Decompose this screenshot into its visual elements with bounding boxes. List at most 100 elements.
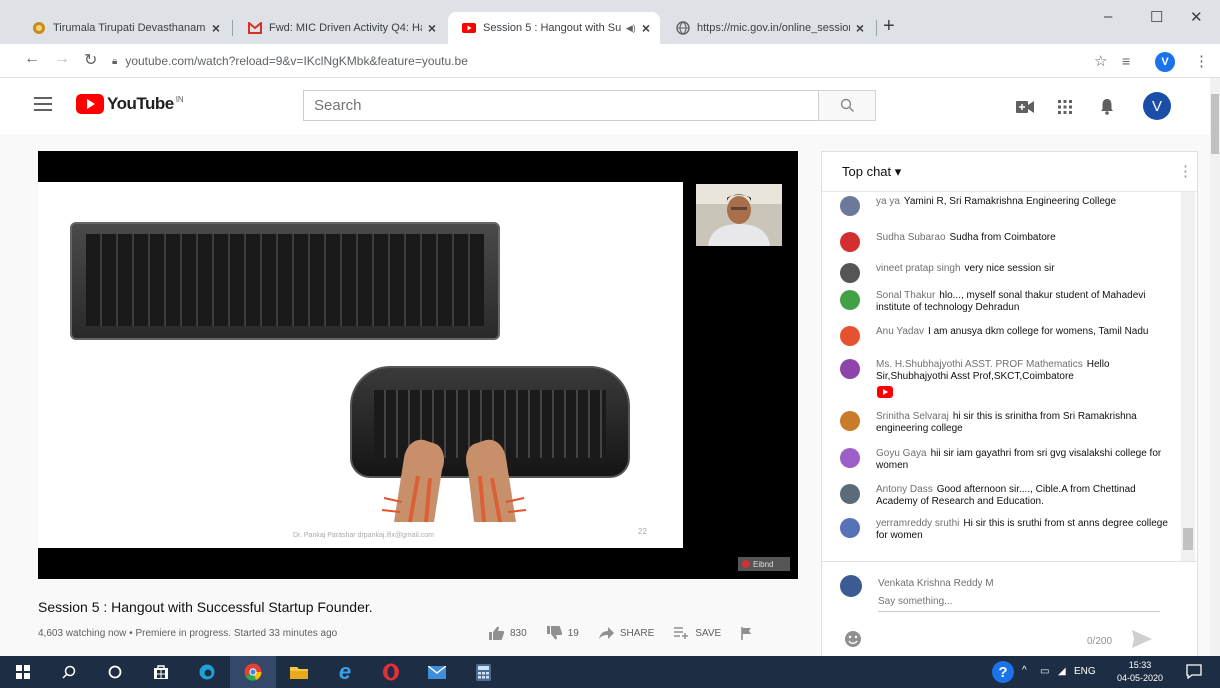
action-center-icon[interactable] [1186,664,1202,679]
menu-icon[interactable] [34,97,52,111]
chat-author[interactable]: Ms. H.Shubhajyothi ASST. PROF Mathematic… [876,359,1083,370]
profile-avatar[interactable]: V [1155,52,1175,72]
video-meta: 4,603 watching now • Premiere in progres… [38,628,338,639]
lock-icon: 🔒︎ [112,55,118,67]
browser-menu-icon[interactable]: ⋮ [1194,52,1209,70]
windows-taskbar: e ? ^ ▭ ◢ ENG 15:33 04-05-2020 [0,656,1220,688]
tab-title: Tirumala Tirupati Devasthanams [53,22,206,34]
windows-start-icon[interactable] [0,656,46,688]
chat-message-input[interactable] [878,592,1160,612]
reading-list-icon[interactable]: ≡ [1122,53,1130,69]
search-button[interactable] [818,90,876,121]
calculator-icon[interactable] [460,656,506,688]
channel-watermark[interactable]: Eibnd [738,557,790,571]
chat-scrollbar[interactable] [1181,192,1195,561]
chat-author[interactable]: Anu Yadav [876,326,924,337]
chat-author[interactable]: Sonal Thakur [876,290,935,301]
speaker-icon[interactable]: ◀︎) [626,23,636,34]
show-hidden-icons-chevron[interactable]: ^ [1022,665,1027,676]
opera-icon[interactable] [368,656,414,688]
user-avatar [840,359,860,379]
user-avatar [840,326,860,346]
search-input[interactable] [303,90,819,121]
reload-icon[interactable]: ↻ [84,50,97,70]
user-avatar [840,290,860,310]
cortana-icon[interactable] [92,656,138,688]
chat-author[interactable]: Sudha Subarao [876,232,946,243]
close-icon[interactable]: × [212,20,220,36]
like-button[interactable]: 830 [489,626,527,640]
save-button[interactable]: SAVE [674,627,721,639]
help-icon[interactable]: ? [992,661,1014,683]
share-button[interactable]: SHARE [598,627,655,639]
chat-text: Sudha from Coimbatore [949,232,1056,243]
battery-icon[interactable]: ▭ [1040,666,1049,677]
chat-author[interactable]: Goyu Gaya [876,448,927,459]
system-clock[interactable]: 15:33 04-05-2020 [1115,659,1165,685]
browser-toolbar: ← → ↻ 🔒︎ youtube.com/watch?reload=9&v=IK… [0,44,1220,78]
chat-message: Sonal Thakur hlo..., myself sonal thakur … [840,290,1172,314]
mail-icon[interactable] [414,656,460,688]
globe-icon [676,21,690,35]
chat-message: ya ya Yamini R, Sri Ramakrishna Engineeri… [840,196,1172,216]
account-avatar[interactable]: V [1143,92,1171,120]
send-icon[interactable] [1132,630,1152,648]
new-tab-icon[interactable]: + [883,15,895,38]
presenter-webcam [696,184,782,246]
bookmark-star-icon[interactable]: ☆ [1094,52,1107,70]
chat-message-list[interactable]: ya ya Yamini R, Sri Ramakrishna Engineeri… [822,192,1180,561]
create-video-icon[interactable] [1016,100,1034,114]
tab-youtube-session[interactable]: Session 5 : Hangout with Su ◀︎) × [448,12,660,44]
search-icon [840,98,854,112]
chat-author[interactable]: yerramreddy sruthi [876,518,959,529]
chat-author[interactable]: Antony Dass [876,484,933,495]
network-icon[interactable]: ◢ [1058,666,1066,677]
chat-mode-dropdown[interactable]: Top chat ▾ [842,164,901,180]
chat-author[interactable]: ya ya [876,196,900,207]
chat-message: Srinitha Selvaraj hi sir this is srinitha… [840,411,1172,435]
like-count: 830 [510,627,527,639]
chat-author[interactable]: vineet pratap singh [876,263,961,274]
close-icon[interactable]: × [642,20,650,36]
tab-tirumala[interactable]: Tirumala Tirupati Devasthanams × [18,12,230,44]
gmail-icon [248,21,262,35]
dislike-button[interactable]: 19 [546,626,579,640]
close-icon[interactable]: × [428,20,436,36]
taskbar-search-icon[interactable] [46,656,92,688]
save-label: SAVE [695,627,722,639]
maximize-icon[interactable]: ☐ [1150,8,1163,26]
close-window-icon[interactable]: ✕ [1190,8,1203,26]
address-bar[interactable]: 🔒︎ youtube.com/watch?reload=9&v=IKclNgKM… [112,49,1072,73]
forward-icon[interactable]: → [54,50,70,68]
close-icon[interactable]: × [856,20,864,36]
notifications-bell-icon[interactable] [1100,98,1114,115]
chat-more-icon[interactable]: ⋮ [1178,162,1193,180]
store-icon[interactable] [138,656,184,688]
video-player[interactable]: Dr. Pankaj Parashar drpankaj.ifix@gmail.… [38,151,798,579]
chat-message: Sudha Subarao Sudha from Coimbatore [840,232,1172,252]
minimize-icon[interactable]: – [1104,8,1112,25]
apps-grid-icon[interactable] [1058,100,1072,114]
chrome-icon[interactable] [230,656,276,688]
user-avatar [840,263,860,283]
user-avatar [840,484,860,504]
emoji-icon[interactable] [844,630,862,648]
language-indicator[interactable]: ENG [1074,666,1096,677]
internet-explorer-icon[interactable]: e [322,656,368,688]
tab-mic-gov[interactable]: https://mic.gov.in/online_session × [662,12,874,44]
logo-text: YouTube [107,94,174,113]
tab-title: https://mic.gov.in/online_session [697,22,850,34]
chat-text: very nice session sir [964,263,1055,274]
youtube-logo[interactable]: YouTube IN [76,94,184,114]
file-explorer-icon[interactable] [276,656,322,688]
report-button[interactable] [741,626,758,640]
back-icon[interactable]: ← [24,50,40,68]
tab-separator [232,20,233,36]
chat-author[interactable]: Srinitha Selvaraj [876,411,949,422]
edge-icon[interactable] [184,656,230,688]
url-text: youtube.com/watch?reload=9&v=IKclNgKMbk&… [125,54,468,68]
tab-gmail[interactable]: Fwd: MIC Driven Activity Q4: Hack × [234,12,446,44]
chat-header: Top chat ▾ ⋮ [822,152,1197,192]
page-scrollbar[interactable] [1210,78,1220,656]
share-label: SHARE [619,627,655,639]
